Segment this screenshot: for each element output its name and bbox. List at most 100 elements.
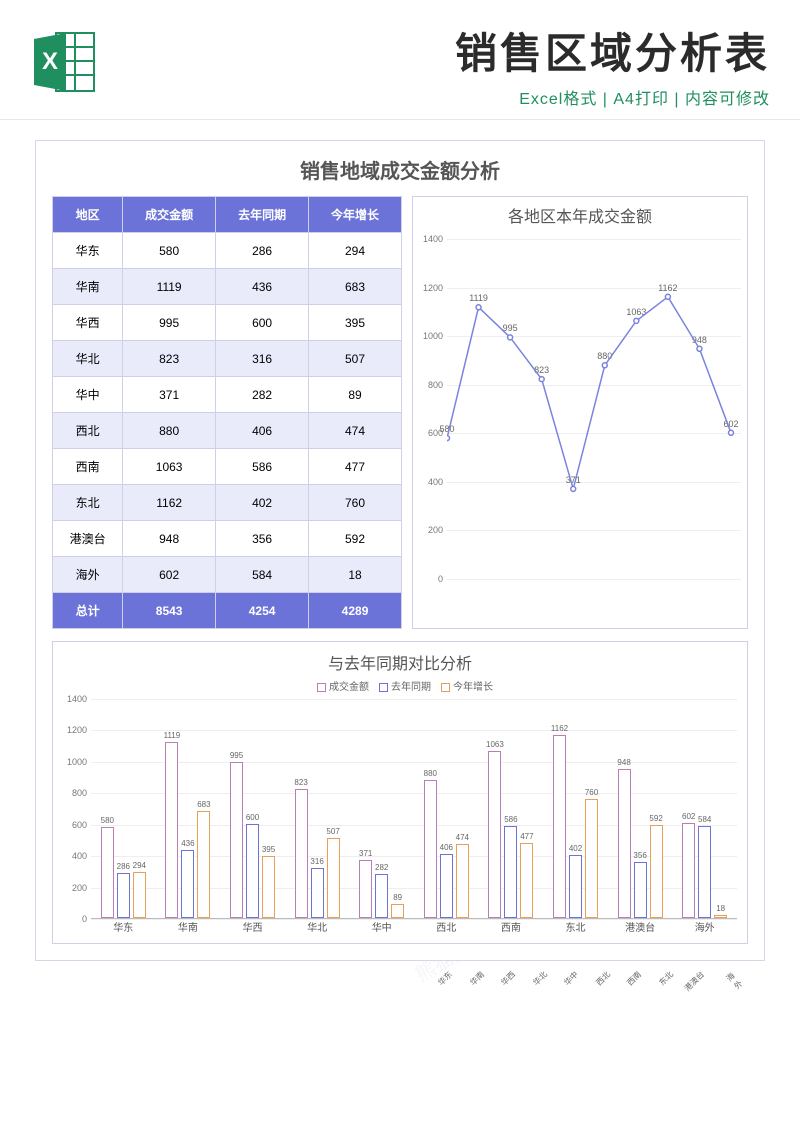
bar: 592 — [650, 825, 663, 918]
x-axis-label: 东北 — [657, 969, 676, 988]
data-label: 18 — [716, 904, 725, 913]
table-header: 成交金额 — [123, 197, 216, 233]
y-axis-tick: 1000 — [65, 757, 87, 767]
data-label: 89 — [393, 893, 402, 902]
y-axis-tick: 1200 — [417, 283, 443, 293]
bar: 18 — [714, 915, 727, 918]
data-label: 586 — [504, 815, 517, 824]
line-chart: 各地区本年成交金额 020040060080010001200140058011… — [412, 196, 748, 629]
bar: 282 — [375, 874, 388, 918]
y-axis-tick: 0 — [417, 574, 443, 584]
data-label: 477 — [520, 832, 533, 841]
y-axis-tick: 400 — [65, 851, 87, 861]
table-header: 去年同期 — [216, 197, 309, 233]
bar: 89 — [391, 904, 404, 918]
data-label: 282 — [375, 863, 388, 872]
data-label: 683 — [197, 800, 210, 809]
x-axis-label: 华东 — [436, 969, 455, 988]
table-row: 华西995600395 — [53, 305, 402, 341]
x-axis-label: 港澳台 — [682, 969, 707, 994]
bar-group: 60258418 — [676, 823, 734, 918]
line-chart-title: 各地区本年成交金额 — [413, 197, 747, 229]
bar: 474 — [456, 844, 469, 918]
x-axis-label: 西南 — [625, 969, 644, 988]
table-row: 海外60258418 — [53, 557, 402, 593]
data-label: 371 — [359, 849, 372, 858]
bar: 948 — [618, 769, 631, 918]
data-label: 436 — [181, 839, 194, 848]
bar: 602 — [682, 823, 695, 918]
table-row: 华南1119436683 — [53, 269, 402, 305]
bar-group: 580286294 — [94, 827, 152, 918]
bar: 580 — [101, 827, 114, 918]
x-axis-label: 华北 — [530, 969, 549, 988]
legend-item: 去年同期 — [391, 682, 431, 693]
template-title: 销售区域分析表 — [118, 20, 770, 81]
template-header: X 销售区域分析表 Excel格式 | A4打印 | 内容可修改 — [0, 0, 800, 120]
data-label: 406 — [440, 843, 453, 852]
data-label: 602 — [682, 812, 695, 821]
bar: 1162 — [553, 735, 566, 918]
table-row: 东北1162402760 — [53, 485, 402, 521]
y-axis-tick: 800 — [65, 788, 87, 798]
bar: 395 — [262, 856, 275, 918]
table-row: 港澳台948356592 — [53, 521, 402, 557]
table-footer-cell: 8543 — [123, 593, 216, 629]
bar: 760 — [585, 799, 598, 918]
bar-chart: 与去年同期对比分析 成交金额去年同期今年增长 02004006008001000… — [52, 641, 748, 944]
x-axis-label: 东北 — [547, 919, 605, 934]
table-header: 地区 — [53, 197, 123, 233]
legend-item: 今年增长 — [453, 682, 493, 693]
data-label: 592 — [649, 814, 662, 823]
x-axis-label: 华中 — [353, 919, 411, 934]
data-label: 823 — [294, 778, 307, 787]
x-axis-label: 华中 — [562, 969, 581, 988]
y-axis-tick: 800 — [417, 380, 443, 390]
data-label: 316 — [310, 857, 323, 866]
table-row: 西北880406474 — [53, 413, 402, 449]
table-row: 华东580286294 — [53, 233, 402, 269]
data-label: 760 — [585, 788, 598, 797]
data-label: 948 — [617, 758, 630, 767]
y-axis-tick: 1200 — [65, 725, 87, 735]
bar-group: 995600395 — [224, 762, 282, 918]
table-footer-cell: 总计 — [53, 593, 123, 629]
bar: 294 — [133, 872, 146, 918]
bar: 880 — [424, 780, 437, 918]
bar: 823 — [295, 789, 308, 918]
y-axis-tick: 400 — [417, 477, 443, 487]
bar: 995 — [230, 762, 243, 918]
x-axis-label: 华西 — [499, 969, 518, 988]
table-row: 西南1063586477 — [53, 449, 402, 485]
bar: 477 — [520, 843, 533, 918]
data-label: 286 — [117, 862, 130, 871]
x-axis-label: 华南 — [467, 969, 486, 988]
x-axis-label: 海外 — [676, 919, 734, 934]
data-label: 880 — [424, 769, 437, 778]
bar: 406 — [440, 854, 453, 918]
data-label: 294 — [133, 861, 146, 870]
data-label: 995 — [230, 751, 243, 760]
x-axis-label: 西北 — [417, 919, 475, 934]
bar: 402 — [569, 855, 582, 918]
bar-group: 880406474 — [417, 780, 475, 918]
bar: 683 — [197, 811, 210, 918]
table-footer-cell: 4289 — [309, 593, 402, 629]
x-axis-label: 华北 — [288, 919, 346, 934]
data-label: 402 — [569, 844, 582, 853]
bar-group: 1063586477 — [482, 751, 540, 918]
x-axis-label: 华西 — [224, 919, 282, 934]
data-table: 地区成交金额去年同期今年增长 华东580286294华南1119436683华西… — [52, 196, 402, 629]
bar: 600 — [246, 824, 259, 918]
bar: 1063 — [488, 751, 501, 918]
x-axis-label: 海外 — [724, 969, 747, 992]
document-page: 销售地域成交金额分析 地区成交金额去年同期今年增长 华东580286294华南1… — [35, 140, 765, 961]
template-subtitle: Excel格式 | A4打印 | 内容可修改 — [118, 85, 770, 109]
x-axis-label: 华东 — [94, 919, 152, 934]
y-axis-tick: 200 — [417, 525, 443, 535]
x-axis-label: 港澳台 — [611, 919, 669, 934]
table-row: 华北823316507 — [53, 341, 402, 377]
table-footer-cell: 4254 — [216, 593, 309, 629]
bar-group: 37128289 — [353, 860, 411, 918]
data-label: 474 — [456, 833, 469, 842]
